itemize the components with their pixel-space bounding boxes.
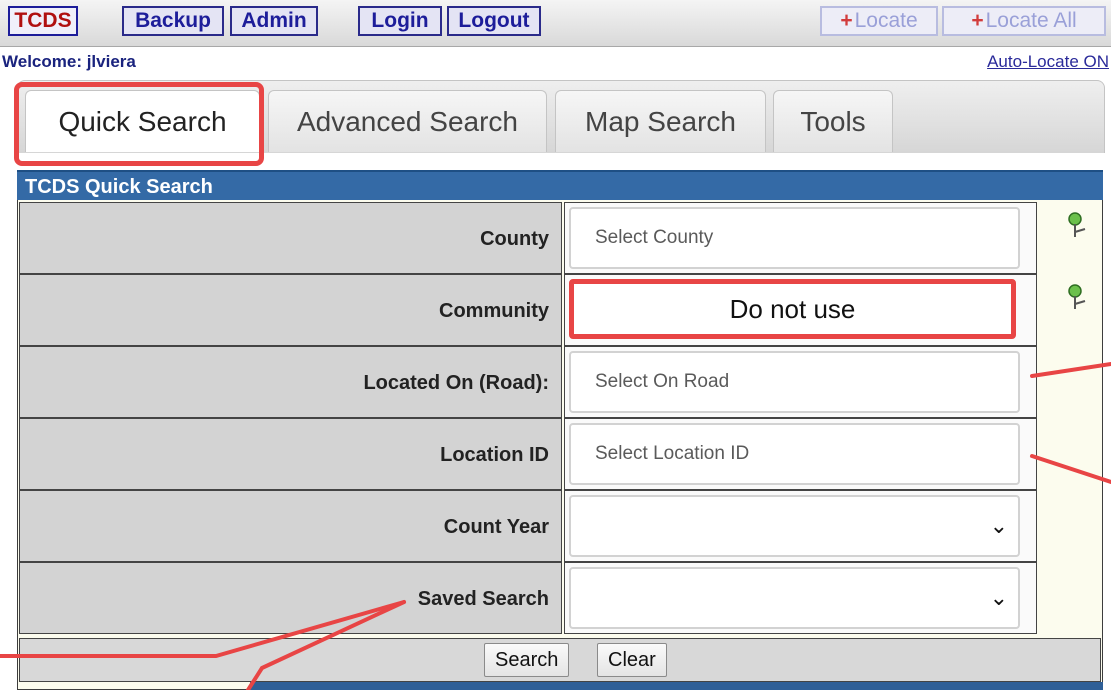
count-year-extra-cell <box>1037 490 1101 562</box>
backup-button[interactable]: Backup <box>122 6 224 36</box>
chevron-down-icon: ⌄ <box>989 585 1008 610</box>
plus-icon: + <box>971 9 984 32</box>
county-pin-cell <box>1037 202 1101 274</box>
location-id-label: Location ID <box>19 418 562 490</box>
location-id-cell: Select Location ID <box>564 418 1037 490</box>
quick-search-highlight <box>14 82 264 166</box>
saved-search-select[interactable]: ⌄ <box>569 567 1020 629</box>
county-row: County Select County <box>19 202 1101 274</box>
saved-search-label: Saved Search <box>19 562 562 634</box>
search-button[interactable]: Search <box>484 643 570 677</box>
road-input[interactable]: Select On Road <box>569 351 1020 413</box>
footer-strip <box>250 682 1103 690</box>
location-id-extra-cell <box>1037 418 1101 490</box>
login-button[interactable]: Login <box>358 6 442 36</box>
county-label: County <box>19 202 562 274</box>
locate-all-label: Locate All <box>985 9 1077 32</box>
tab-tools[interactable]: Tools <box>773 90 893 152</box>
road-label: Located On (Road): <box>19 346 562 418</box>
saved-search-cell: ⌄ <box>564 562 1037 634</box>
panel-title: TCDS Quick Search <box>17 170 1103 200</box>
welcome-text: Welcome: jlviera <box>2 52 136 71</box>
count-year-label: Count Year <box>19 490 562 562</box>
tcds-button[interactable]: TCDS <box>8 6 78 36</box>
locate-all-button[interactable]: +Locate All <box>942 6 1106 36</box>
community-cell: Do not use <box>564 274 1037 346</box>
location-id-row: Location ID Select Location ID <box>19 418 1101 490</box>
community-pin-cell <box>1037 274 1101 346</box>
count-year-cell: ⌄ <box>564 490 1037 562</box>
count-year-row: Count Year ⌄ <box>19 490 1101 562</box>
logout-button[interactable]: Logout <box>447 6 541 36</box>
road-extra-cell <box>1037 346 1101 418</box>
location-id-input[interactable]: Select Location ID <box>569 423 1020 485</box>
tab-advanced-search[interactable]: Advanced Search <box>268 90 547 152</box>
clear-button[interactable]: Clear <box>597 643 667 677</box>
county-input[interactable]: Select County <box>569 207 1020 269</box>
community-label: Community <box>19 274 562 346</box>
auto-locate-link[interactable]: Auto-Locate ON <box>987 52 1109 72</box>
saved-search-row: Saved Search ⌄ <box>19 562 1101 634</box>
tab-map-search[interactable]: Map Search <box>555 90 766 152</box>
plus-icon: + <box>840 9 853 32</box>
map-pin-icon[interactable] <box>1066 210 1088 240</box>
locate-button[interactable]: +Locate <box>820 6 938 36</box>
locate-label: Locate <box>854 9 918 32</box>
count-year-select[interactable]: ⌄ <box>569 495 1020 557</box>
community-row: Community Do not use <box>19 274 1101 346</box>
do-not-use-annotation: Do not use <box>569 279 1016 339</box>
county-cell: Select County <box>564 202 1037 274</box>
chevron-down-icon: ⌄ <box>989 513 1008 538</box>
road-row: Located On (Road): Select On Road <box>19 346 1101 418</box>
road-cell: Select On Road <box>564 346 1037 418</box>
admin-button[interactable]: Admin <box>230 6 318 36</box>
saved-search-extra-cell <box>1037 562 1101 634</box>
action-bar: Search Clear <box>19 638 1101 682</box>
map-pin-icon[interactable] <box>1066 282 1088 312</box>
